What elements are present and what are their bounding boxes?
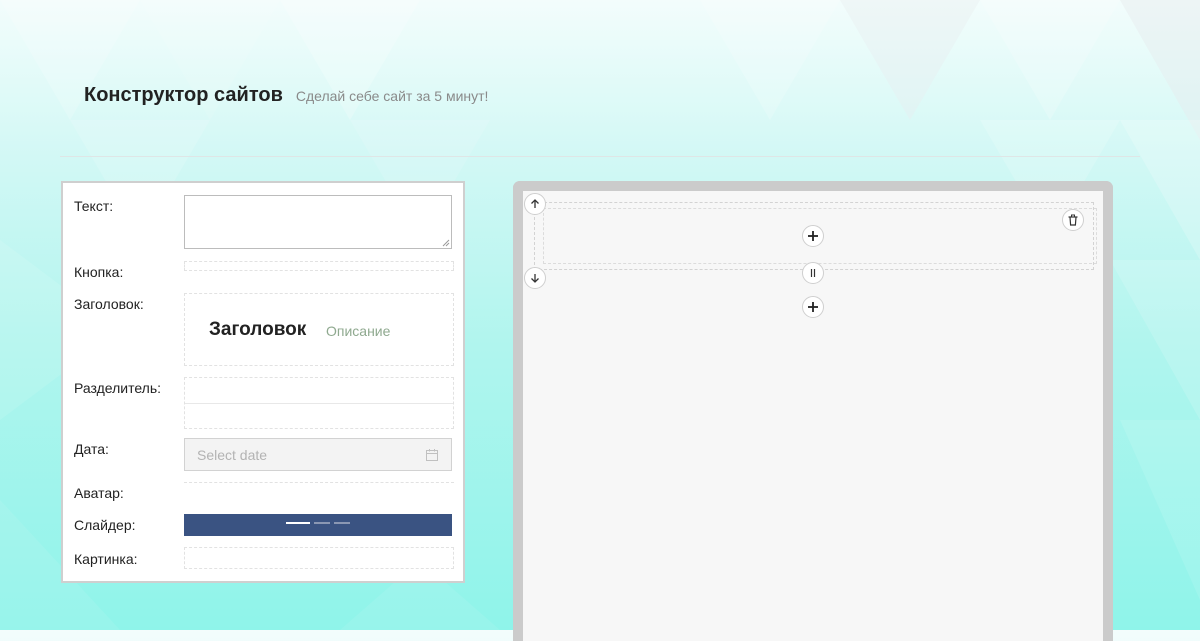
site-preview-canvas[interactable] xyxy=(513,181,1113,641)
trash-icon xyxy=(1068,214,1078,226)
date-picker-input[interactable]: Select date xyxy=(184,438,452,471)
avatar-component[interactable] xyxy=(184,482,454,483)
calendar-icon[interactable] xyxy=(425,448,439,462)
slider-dot[interactable] xyxy=(314,522,330,524)
page-title: Конструктор сайтов xyxy=(84,84,283,106)
heading-component[interactable]: Заголовок Описание xyxy=(184,293,454,366)
heading-preview-description: Описание xyxy=(326,323,391,339)
arrow-down-icon xyxy=(531,274,539,283)
button-component-label: Кнопка: xyxy=(74,264,124,280)
heading-preview-title: Заголовок xyxy=(209,319,307,340)
move-down-button[interactable] xyxy=(524,267,546,289)
slider-component[interactable] xyxy=(184,514,452,536)
pause-icon xyxy=(810,269,816,277)
divider-component[interactable] xyxy=(184,377,454,429)
text-component-textarea[interactable] xyxy=(184,195,452,249)
text-component-label: Текст: xyxy=(74,198,114,214)
divider-component-label: Разделитель: xyxy=(74,380,162,396)
image-component[interactable] xyxy=(184,547,454,569)
image-component-label: Картинка: xyxy=(74,551,138,567)
avatar-component-label: Аватар: xyxy=(74,485,124,501)
delete-block-button[interactable] xyxy=(1062,209,1084,231)
slider-component-label: Слайдер: xyxy=(74,517,136,533)
plus-icon xyxy=(808,231,818,241)
page-subtitle: Сделай себе сайт за 5 минут! xyxy=(295,88,489,104)
arrow-up-icon xyxy=(531,199,539,208)
components-panel: Текст: Кнопка: Заголовок: Заголовок Опис… xyxy=(61,181,465,583)
column-resize-button[interactable] xyxy=(802,262,824,284)
add-element-button[interactable] xyxy=(802,225,824,247)
button-component[interactable] xyxy=(184,261,454,271)
plus-icon xyxy=(808,302,818,312)
date-component-label: Дата: xyxy=(74,441,109,457)
resize-grip-icon[interactable] xyxy=(442,239,450,247)
slider-dot[interactable] xyxy=(334,522,350,524)
slider-dot-active[interactable] xyxy=(286,522,310,524)
header-divider xyxy=(60,156,1140,157)
divider-line xyxy=(185,403,453,404)
date-placeholder: Select date xyxy=(197,447,268,463)
add-block-button[interactable] xyxy=(802,296,824,318)
heading-component-label: Заголовок: xyxy=(74,296,144,312)
move-up-button[interactable] xyxy=(524,193,546,215)
page-header: Конструктор сайтов Сделай себе сайт за 5… xyxy=(84,84,488,107)
